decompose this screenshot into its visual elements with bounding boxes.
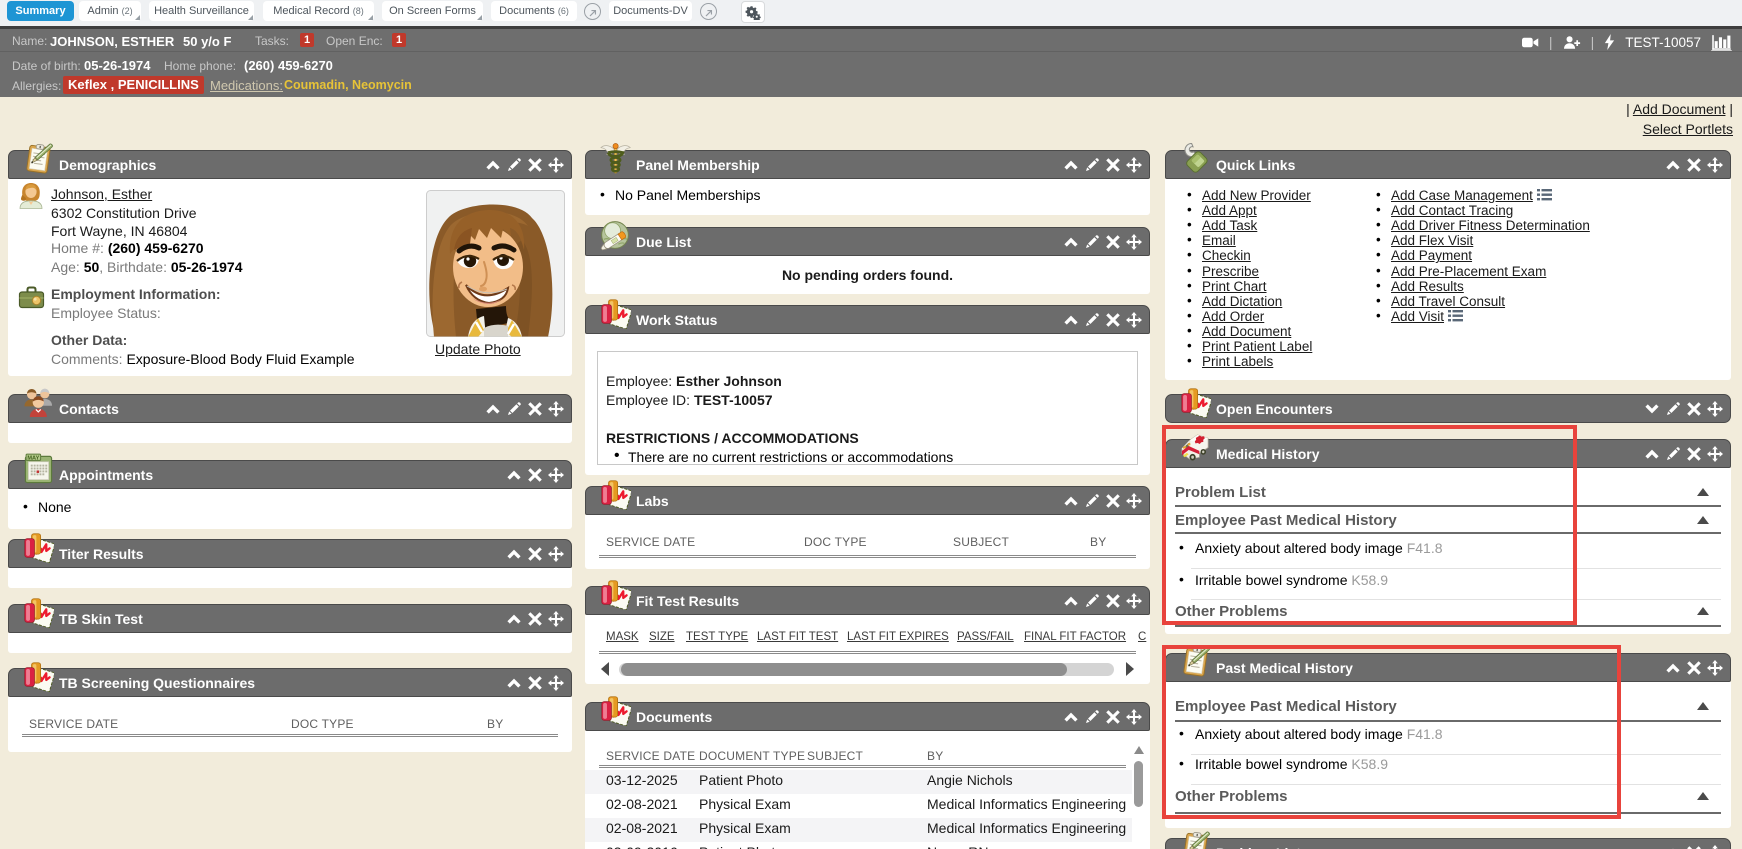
- svg-text:MAY: MAY: [27, 455, 39, 461]
